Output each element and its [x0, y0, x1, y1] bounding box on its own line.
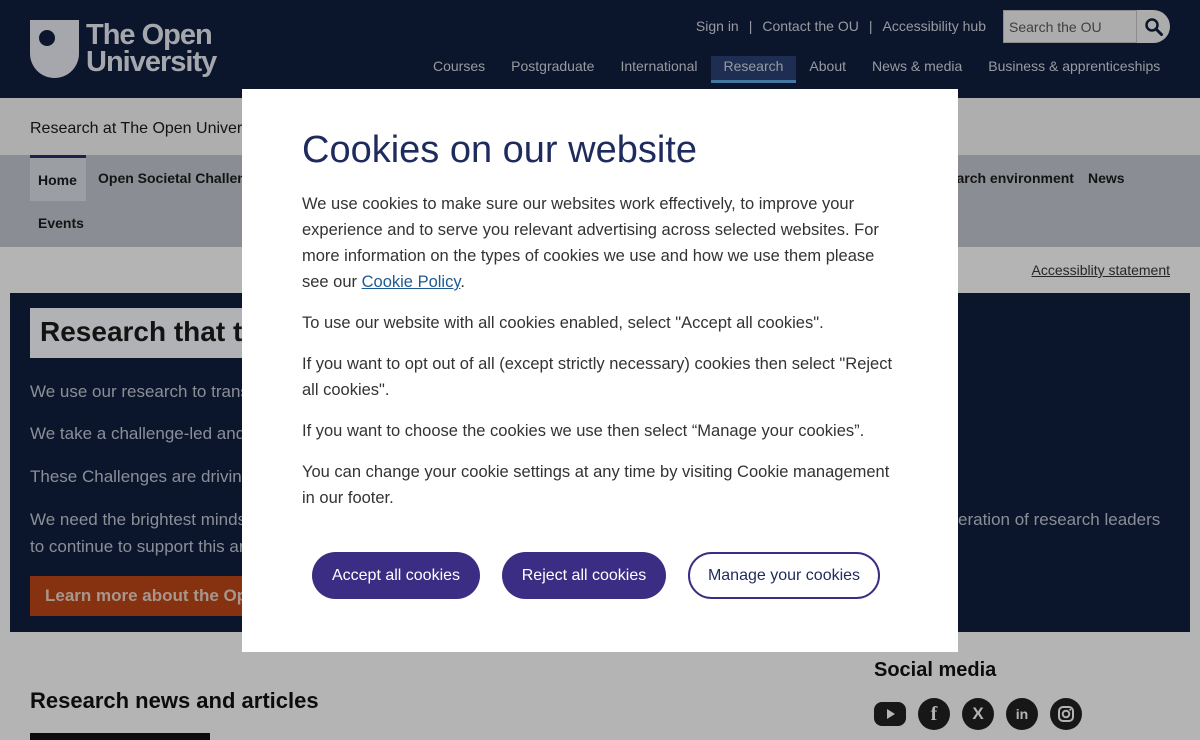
cookie-dialog-title: Cookies on our website: [302, 129, 697, 171]
cookie-accept-info: To use our website with all cookies enab…: [302, 314, 824, 332]
cookie-intro-paragraph: We use cookies to make sure our websites…: [302, 191, 902, 295]
cookie-policy-link[interactable]: Cookie Policy: [362, 273, 461, 291]
reject-all-cookies-button[interactable]: Reject all cookies: [502, 552, 666, 599]
cookie-change-info: You can change your cookie settings at a…: [302, 463, 890, 507]
cookie-dialog: Cookies on our website We use cookies to…: [242, 89, 958, 652]
cookie-intro-end: .: [460, 273, 465, 291]
cookie-manage-info: If you want to choose the cookies we use…: [302, 422, 865, 440]
cookie-reject-info: If you want to opt out of all (except st…: [302, 355, 893, 399]
accept-all-cookies-button[interactable]: Accept all cookies: [312, 552, 480, 599]
manage-cookies-button[interactable]: Manage your cookies: [688, 552, 880, 599]
